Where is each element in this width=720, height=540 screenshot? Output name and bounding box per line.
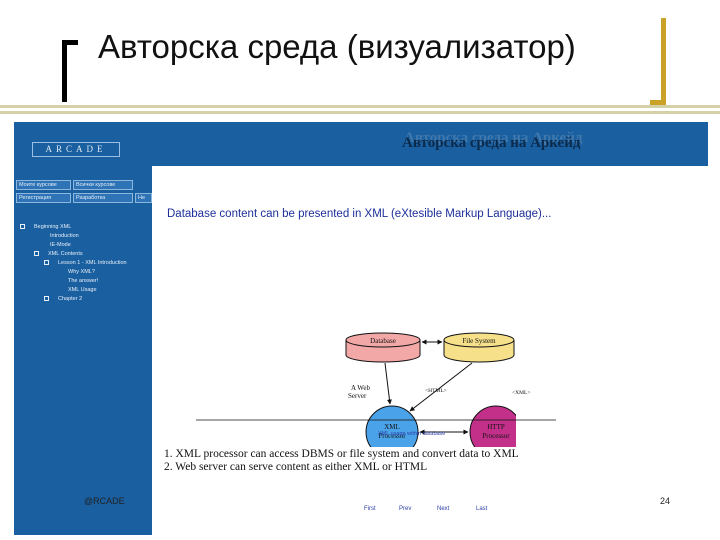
title-bracket-left [62,40,78,102]
html-tag-label: <HTML> [425,388,447,394]
page-number: 24 [660,496,671,506]
nav-prev-link[interactable]: Prev [399,506,411,512]
arcade-logo[interactable]: ARCADE [32,142,120,157]
collapse-toggle-icon[interactable] [44,260,49,265]
nav-next-link[interactable]: Next [437,506,449,512]
tree-item[interactable]: Why XML? [68,268,95,276]
diagram-overlay: <HTML> <XML> [196,388,556,421]
expand-toggle-icon[interactable] [44,296,49,301]
title-bracket-right [650,18,666,105]
authoring-screenshot: Авторска среда на Аркейд Авторска среда … [14,122,708,535]
slide-title: Авторска среда (визуализатор) [98,28,576,65]
tree-item[interactable]: Lesson 1 - XML Introduction [58,259,127,267]
nav-last-link[interactable]: Last [476,506,487,512]
tree-item[interactable]: Introduction [50,232,79,240]
tree-item[interactable]: Beginning XML [34,223,71,231]
tab-all-courses[interactable]: Всички курсове [73,180,133,190]
nav-first-link[interactable]: First [364,506,376,512]
tree-item[interactable]: Chapter 2 [58,295,82,303]
tree-item[interactable]: XML Contents [48,250,83,258]
tab-more[interactable]: Не [135,193,152,203]
tree-item[interactable]: IE-Mode [50,241,71,249]
explanation-list: 1. XML processor can access DBMS or file… [164,448,519,474]
tree-item[interactable]: The answer! [68,277,98,285]
collapse-toggle-icon[interactable] [34,251,39,256]
tree-item[interactable]: XML Usage [68,286,97,294]
banner: Авторска среда на Аркейд Авторска среда … [152,122,708,166]
tab-registration[interactable]: Регистрация [16,193,71,203]
list-item: 1. XML processor can access DBMS or file… [164,448,519,460]
banner-title: Авторска среда на Аркейд [402,135,581,151]
footer-label: @RCADE [84,496,125,506]
collapse-toggle-icon[interactable] [20,224,25,229]
tab-development[interactable]: Разработка [73,193,133,203]
tab-my-courses[interactable]: Моите курсове [16,180,71,190]
diagram-caption: XML usage within database [378,431,446,437]
title-underline [0,105,720,114]
list-item: 2. Web server can serve content as eithe… [164,461,428,473]
xml-tag-label: <XML> [512,390,530,396]
content-heading: Database content can be presented in XML… [167,208,552,220]
